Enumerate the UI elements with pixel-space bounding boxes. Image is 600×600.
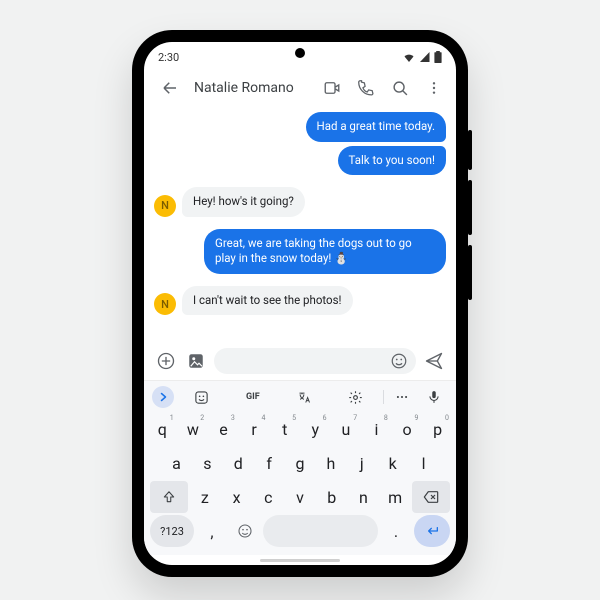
key-s[interactable]: s	[193, 447, 222, 479]
side-button	[468, 130, 472, 170]
key-c[interactable]: c	[253, 481, 283, 513]
signal-icon	[419, 52, 430, 62]
spacebar-key[interactable]	[263, 515, 378, 547]
period-key[interactable]: .	[381, 515, 411, 547]
received-message[interactable]: Hey! how's it going?	[182, 187, 305, 217]
send-button[interactable]	[422, 349, 446, 373]
message-input[interactable]	[214, 348, 416, 374]
symbols-key[interactable]: ?123	[150, 515, 194, 547]
compose-bar	[144, 344, 456, 380]
voice-call-button[interactable]	[350, 72, 382, 104]
keyboard-row: q1w2e3r4t5y6u7i8o9p0	[148, 413, 452, 445]
back-button[interactable]	[154, 72, 186, 104]
gallery-button[interactable]	[184, 349, 208, 373]
keyboard-row: zxcvbnm	[148, 481, 452, 513]
gesture-nav-bar[interactable]	[144, 555, 456, 565]
sticker-button[interactable]	[178, 390, 225, 405]
toolbar-expand-button[interactable]	[152, 386, 174, 408]
message-row: N Hey! how's it going?	[154, 187, 446, 217]
message-row: N I can't wait to see the photos!	[154, 286, 446, 316]
message-list[interactable]: Had a great time today. Talk to you soon…	[144, 108, 456, 344]
nav-pill	[260, 559, 340, 562]
more-menu-button[interactable]	[418, 72, 450, 104]
toolbar-divider	[383, 390, 384, 404]
emoji-key[interactable]	[230, 515, 260, 547]
key-n[interactable]: n	[349, 481, 379, 513]
received-message[interactable]: I can't wait to see the photos!	[182, 286, 353, 316]
keyboard-row: ?123 , .	[148, 515, 452, 547]
key-h[interactable]: h	[316, 447, 345, 479]
backspace-key[interactable]	[412, 481, 450, 513]
toolbar-more-button[interactable]	[388, 390, 416, 404]
status-bar: 2:30	[144, 42, 456, 68]
phone-frame: 2:30 Natalie Romano	[132, 30, 468, 577]
key-y[interactable]: y6	[301, 413, 330, 445]
conversation-header: Natalie Romano	[144, 68, 456, 108]
message-row: Great, we are taking the dogs out to go …	[154, 229, 446, 274]
key-a[interactable]: a	[162, 447, 191, 479]
key-g[interactable]: g	[286, 447, 315, 479]
message-row: Had a great time today.	[154, 112, 446, 142]
keyboard-toolbar: GIF	[148, 383, 452, 411]
key-w[interactable]: w2	[179, 413, 208, 445]
shift-key[interactable]	[150, 481, 188, 513]
battery-icon	[434, 51, 442, 63]
search-button[interactable]	[384, 72, 416, 104]
avatar[interactable]: N	[154, 195, 176, 217]
voice-input-button[interactable]	[420, 390, 448, 404]
video-call-button[interactable]	[316, 72, 348, 104]
key-u[interactable]: u7	[332, 413, 361, 445]
key-f[interactable]: f	[255, 447, 284, 479]
keyboard: GIF q1w2e3r4t5y6u7i8o9p0	[144, 380, 456, 555]
key-k[interactable]: k	[378, 447, 407, 479]
key-o[interactable]: o9	[393, 413, 422, 445]
key-r[interactable]: r4	[240, 413, 269, 445]
sent-message[interactable]: Talk to you soon!	[338, 146, 447, 176]
key-m[interactable]: m	[380, 481, 410, 513]
add-attachment-button[interactable]	[154, 349, 178, 373]
keyboard-row: asdfghjkl	[148, 447, 452, 479]
comma-key[interactable]: ,	[197, 515, 227, 547]
wifi-icon	[403, 52, 415, 62]
key-x[interactable]: x	[222, 481, 252, 513]
gif-button[interactable]: GIF	[229, 392, 276, 402]
key-z[interactable]: z	[190, 481, 220, 513]
key-e[interactable]: e3	[209, 413, 238, 445]
contact-name[interactable]: Natalie Romano	[188, 80, 314, 96]
side-button	[468, 245, 472, 300]
side-button	[468, 180, 472, 235]
settings-button[interactable]	[332, 390, 379, 405]
message-row: Talk to you soon!	[154, 146, 446, 176]
key-b[interactable]: b	[317, 481, 347, 513]
sent-message[interactable]: Had a great time today.	[306, 112, 446, 142]
key-q[interactable]: q1	[148, 413, 177, 445]
key-t[interactable]: t5	[270, 413, 299, 445]
status-time: 2:30	[158, 51, 179, 64]
translate-button[interactable]	[281, 390, 328, 405]
key-l[interactable]: l	[409, 447, 438, 479]
emoji-icon[interactable]	[390, 352, 408, 370]
enter-key[interactable]	[414, 515, 450, 547]
avatar[interactable]: N	[154, 293, 176, 315]
key-v[interactable]: v	[285, 481, 315, 513]
key-p[interactable]: p0	[423, 413, 452, 445]
key-i[interactable]: i8	[362, 413, 391, 445]
key-d[interactable]: d	[224, 447, 253, 479]
sent-message[interactable]: Great, we are taking the dogs out to go …	[204, 229, 446, 274]
key-j[interactable]: j	[347, 447, 376, 479]
